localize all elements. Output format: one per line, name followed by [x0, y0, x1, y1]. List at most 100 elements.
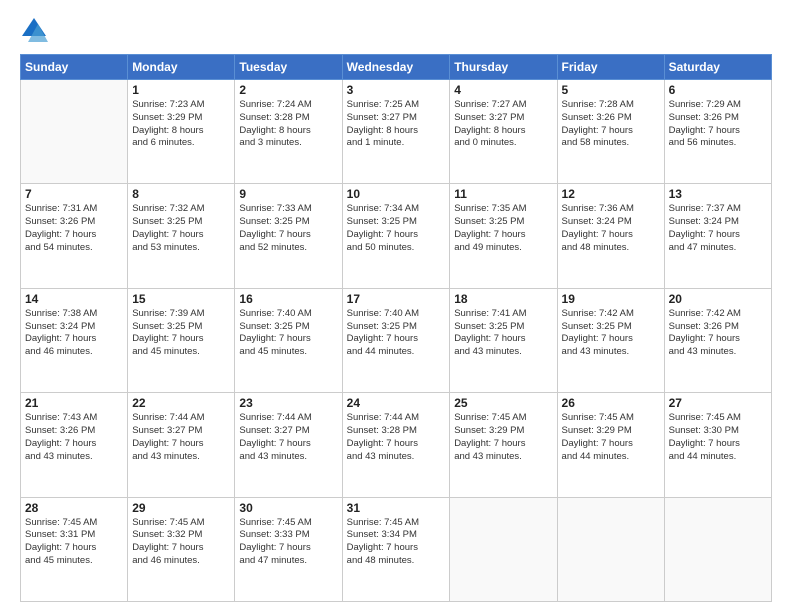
calendar-cell: 5 Sunrise: 7:28 AM Sunset: 3:26 PM Daylig…: [557, 80, 664, 184]
calendar-cell: 7 Sunrise: 7:31 AM Sunset: 3:26 PM Daylig…: [21, 184, 128, 288]
day-number: 28: [25, 501, 123, 515]
calendar-cell: 17 Sunrise: 7:40 AM Sunset: 3:25 PM Dayli…: [342, 288, 450, 392]
header: [20, 16, 772, 44]
calendar-cell: 3 Sunrise: 7:25 AM Sunset: 3:27 PM Daylig…: [342, 80, 450, 184]
day-number: 13: [669, 187, 767, 201]
day-info: Sunrise: 7:42 AM Sunset: 3:26 PM Dayligh…: [669, 308, 767, 359]
calendar-cell: 24 Sunrise: 7:44 AM Sunset: 3:28 PM Dayli…: [342, 393, 450, 497]
day-number: 1: [132, 83, 230, 97]
day-number: 3: [347, 83, 446, 97]
day-number: 7: [25, 187, 123, 201]
day-number: 17: [347, 292, 446, 306]
weekday-header-row: SundayMondayTuesdayWednesdayThursdayFrid…: [21, 55, 772, 80]
day-info: Sunrise: 7:35 AM Sunset: 3:25 PM Dayligh…: [454, 203, 552, 254]
calendar-cell: 15Sunrise: 7:39 AM Sunset: 3:25 PM Dayli…: [128, 288, 235, 392]
day-info: Sunrise: 7:24 AM Sunset: 3:28 PM Dayligh…: [239, 99, 337, 150]
day-info: Sunrise: 7:23 AM Sunset: 3:29 PM Dayligh…: [132, 99, 230, 150]
calendar-cell: 1 Sunrise: 7:23 AM Sunset: 3:29 PM Daylig…: [128, 80, 235, 184]
calendar-cell: 23 Sunrise: 7:44 AM Sunset: 3:27 PM Dayli…: [235, 393, 342, 497]
calendar-cell: 6 Sunrise: 7:29 AM Sunset: 3:26 PM Daylig…: [664, 80, 771, 184]
week-row-4: 21 Sunrise: 7:43 AM Sunset: 3:26 PM Dayli…: [21, 393, 772, 497]
day-info: Sunrise: 7:42 AM Sunset: 3:25 PM Dayligh…: [562, 308, 660, 359]
calendar-cell: 22 Sunrise: 7:44 AM Sunset: 3:27 PM Dayli…: [128, 393, 235, 497]
day-number: 26: [562, 396, 660, 410]
calendar-cell: [21, 80, 128, 184]
day-info: Sunrise: 7:25 AM Sunset: 3:27 PM Dayligh…: [347, 99, 446, 150]
day-info: Sunrise: 7:27 AM Sunset: 3:27 PM Dayligh…: [454, 99, 552, 150]
day-info: Sunrise: 7:45 AM Sunset: 3:30 PM Dayligh…: [669, 412, 767, 463]
day-number: 25: [454, 396, 552, 410]
calendar-cell: 29 Sunrise: 7:45 AM Sunset: 3:32 PM Dayli…: [128, 497, 235, 601]
calendar-cell: [664, 497, 771, 601]
day-number: 20: [669, 292, 767, 306]
calendar-cell: 28 Sunrise: 7:45 AM Sunset: 3:31 PM Dayli…: [21, 497, 128, 601]
day-info: Sunrise: 7:32 AM Sunset: 3:25 PM Dayligh…: [132, 203, 230, 254]
page: SundayMondayTuesdayWednesdayThursdayFrid…: [0, 0, 792, 612]
weekday-header-saturday: Saturday: [664, 55, 771, 80]
day-number: 2: [239, 83, 337, 97]
weekday-header-friday: Friday: [557, 55, 664, 80]
day-info: Sunrise: 7:44 AM Sunset: 3:28 PM Dayligh…: [347, 412, 446, 463]
day-number: 11: [454, 187, 552, 201]
calendar-cell: 10 Sunrise: 7:34 AM Sunset: 3:25 PM Dayli…: [342, 184, 450, 288]
logo-icon: [20, 16, 48, 44]
day-number: 10: [347, 187, 446, 201]
day-info: Sunrise: 7:45 AM Sunset: 3:33 PM Dayligh…: [239, 517, 337, 568]
day-info: Sunrise: 7:38 AM Sunset: 3:24 PM Dayligh…: [25, 308, 123, 359]
day-info: Sunrise: 7:41 AM Sunset: 3:25 PM Dayligh…: [454, 308, 552, 359]
day-info: Sunrise: 7:43 AM Sunset: 3:26 PM Dayligh…: [25, 412, 123, 463]
day-number: 27: [669, 396, 767, 410]
day-number: 4: [454, 83, 552, 97]
week-row-1: 1 Sunrise: 7:23 AM Sunset: 3:29 PM Daylig…: [21, 80, 772, 184]
day-number: 24: [347, 396, 446, 410]
day-number: 16: [239, 292, 337, 306]
day-info: Sunrise: 7:29 AM Sunset: 3:26 PM Dayligh…: [669, 99, 767, 150]
day-number: 22: [132, 396, 230, 410]
day-info: Sunrise: 7:37 AM Sunset: 3:24 PM Dayligh…: [669, 203, 767, 254]
week-row-5: 28 Sunrise: 7:45 AM Sunset: 3:31 PM Dayli…: [21, 497, 772, 601]
calendar-cell: 27 Sunrise: 7:45 AM Sunset: 3:30 PM Dayli…: [664, 393, 771, 497]
calendar-cell: 19Sunrise: 7:42 AM Sunset: 3:25 PM Dayli…: [557, 288, 664, 392]
day-info: Sunrise: 7:40 AM Sunset: 3:25 PM Dayligh…: [239, 308, 337, 359]
day-info: Sunrise: 7:44 AM Sunset: 3:27 PM Dayligh…: [132, 412, 230, 463]
day-number: 9: [239, 187, 337, 201]
day-info: Sunrise: 7:31 AM Sunset: 3:26 PM Dayligh…: [25, 203, 123, 254]
calendar-cell: 30 Sunrise: 7:45 AM Sunset: 3:33 PM Dayli…: [235, 497, 342, 601]
day-number: 23: [239, 396, 337, 410]
calendar-cell: 4 Sunrise: 7:27 AM Sunset: 3:27 PM Daylig…: [450, 80, 557, 184]
calendar-table: SundayMondayTuesdayWednesdayThursdayFrid…: [20, 54, 772, 602]
calendar-cell: 9 Sunrise: 7:33 AM Sunset: 3:25 PM Daylig…: [235, 184, 342, 288]
day-info: Sunrise: 7:36 AM Sunset: 3:24 PM Dayligh…: [562, 203, 660, 254]
day-info: Sunrise: 7:44 AM Sunset: 3:27 PM Dayligh…: [239, 412, 337, 463]
calendar-cell: 18Sunrise: 7:41 AM Sunset: 3:25 PM Dayli…: [450, 288, 557, 392]
weekday-header-sunday: Sunday: [21, 55, 128, 80]
day-info: Sunrise: 7:33 AM Sunset: 3:25 PM Dayligh…: [239, 203, 337, 254]
day-info: Sunrise: 7:34 AM Sunset: 3:25 PM Dayligh…: [347, 203, 446, 254]
calendar-cell: 26 Sunrise: 7:45 AM Sunset: 3:29 PM Dayli…: [557, 393, 664, 497]
day-info: Sunrise: 7:40 AM Sunset: 3:25 PM Dayligh…: [347, 308, 446, 359]
day-number: 29: [132, 501, 230, 515]
calendar-cell: 2 Sunrise: 7:24 AM Sunset: 3:28 PM Daylig…: [235, 80, 342, 184]
week-row-2: 7 Sunrise: 7:31 AM Sunset: 3:26 PM Daylig…: [21, 184, 772, 288]
calendar-cell: 31Sunrise: 7:45 AM Sunset: 3:34 PM Dayli…: [342, 497, 450, 601]
day-info: Sunrise: 7:39 AM Sunset: 3:25 PM Dayligh…: [132, 308, 230, 359]
logo: [20, 16, 52, 44]
calendar-cell: [557, 497, 664, 601]
calendar-cell: [450, 497, 557, 601]
calendar-cell: 21 Sunrise: 7:43 AM Sunset: 3:26 PM Dayli…: [21, 393, 128, 497]
day-number: 21: [25, 396, 123, 410]
calendar-cell: 8Sunrise: 7:32 AM Sunset: 3:25 PM Daylig…: [128, 184, 235, 288]
calendar-cell: 14Sunrise: 7:38 AM Sunset: 3:24 PM Dayli…: [21, 288, 128, 392]
day-number: 30: [239, 501, 337, 515]
calendar-cell: 11 Sunrise: 7:35 AM Sunset: 3:25 PM Dayli…: [450, 184, 557, 288]
day-number: 5: [562, 83, 660, 97]
day-number: 6: [669, 83, 767, 97]
calendar-cell: 12Sunrise: 7:36 AM Sunset: 3:24 PM Dayli…: [557, 184, 664, 288]
day-info: Sunrise: 7:45 AM Sunset: 3:31 PM Dayligh…: [25, 517, 123, 568]
day-info: Sunrise: 7:45 AM Sunset: 3:29 PM Dayligh…: [562, 412, 660, 463]
day-info: Sunrise: 7:45 AM Sunset: 3:32 PM Dayligh…: [132, 517, 230, 568]
weekday-header-thursday: Thursday: [450, 55, 557, 80]
weekday-header-tuesday: Tuesday: [235, 55, 342, 80]
weekday-header-monday: Monday: [128, 55, 235, 80]
day-info: Sunrise: 7:28 AM Sunset: 3:26 PM Dayligh…: [562, 99, 660, 150]
